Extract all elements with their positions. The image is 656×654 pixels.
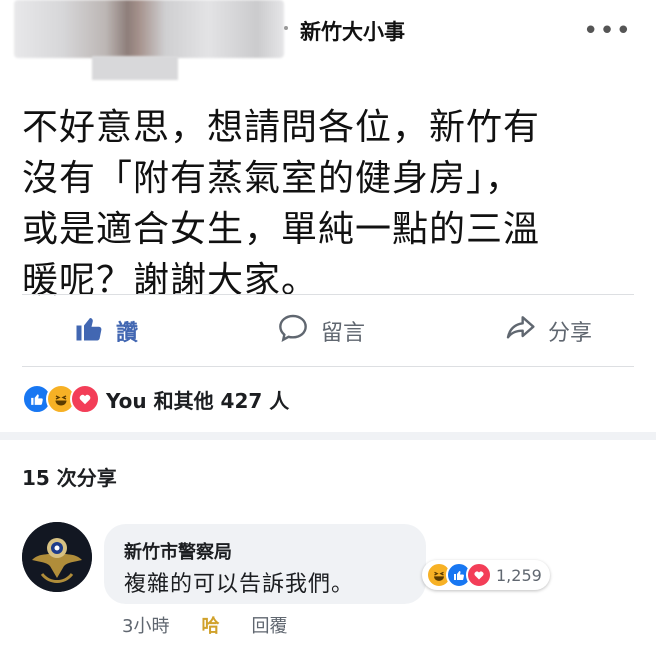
post-line: 不好意思，想請問各位，新竹有: [22, 107, 541, 148]
share-label: 分享: [547, 321, 592, 346]
blurred-profile-extra: [92, 56, 178, 80]
comment-icon: [277, 312, 309, 350]
comment-time[interactable]: 3小時: [122, 612, 169, 638]
love-reaction-icon: [70, 384, 100, 414]
like-button[interactable]: 讚: [74, 313, 138, 349]
comment-reactions[interactable]: 1,259: [422, 560, 550, 590]
reply-link[interactable]: 回覆: [251, 612, 287, 638]
police-emblem-icon: [22, 522, 92, 592]
police-avatar[interactable]: [22, 522, 92, 592]
reaction-count-text: You 和其他 427 人: [106, 388, 290, 413]
comment-meta: 3小時 哈 回覆: [122, 612, 287, 638]
blurred-profile: [14, 0, 284, 58]
like-label: 讚: [116, 321, 139, 346]
comment-author[interactable]: 新竹市警察局: [124, 538, 232, 564]
more-options-icon[interactable]: •••: [583, 18, 632, 44]
action-bar: 讚 留言 分享: [22, 296, 634, 366]
post-line: 沒有「附有蒸氣室的健身房」，: [22, 158, 523, 199]
post-header: 新竹大小事 •••: [0, 0, 656, 90]
thumbs-up-icon: [74, 313, 104, 349]
post-line: 或是適合女生，單純一點的三溫: [22, 209, 541, 250]
haha-react-link[interactable]: 哈: [201, 612, 219, 638]
group-name[interactable]: 新竹大小事: [300, 16, 405, 46]
comment-text: 複雜的可以告訴我們。: [124, 572, 355, 597]
share-count[interactable]: 15 次分享: [22, 462, 117, 491]
comment-reaction-count: 1,259: [496, 565, 542, 585]
share-button[interactable]: 分享: [504, 312, 592, 350]
separator-dot: [284, 26, 288, 30]
love-reaction-icon: [466, 562, 492, 588]
divider: [22, 366, 634, 367]
section-separator: [0, 432, 656, 440]
reaction-summary[interactable]: You 和其他 427 人: [22, 384, 289, 414]
divider: [22, 294, 634, 295]
post-text: 不好意思，想請問各位，新竹有 沒有「附有蒸氣室的健身房」， 或是適合女生，單純一…: [22, 102, 642, 306]
comment-bubble: 新竹市警察局 複雜的可以告訴我們。: [104, 524, 426, 604]
comment-label: 留言: [320, 321, 365, 346]
share-arrow-icon: [504, 312, 536, 350]
comment-button[interactable]: 留言: [277, 312, 365, 350]
